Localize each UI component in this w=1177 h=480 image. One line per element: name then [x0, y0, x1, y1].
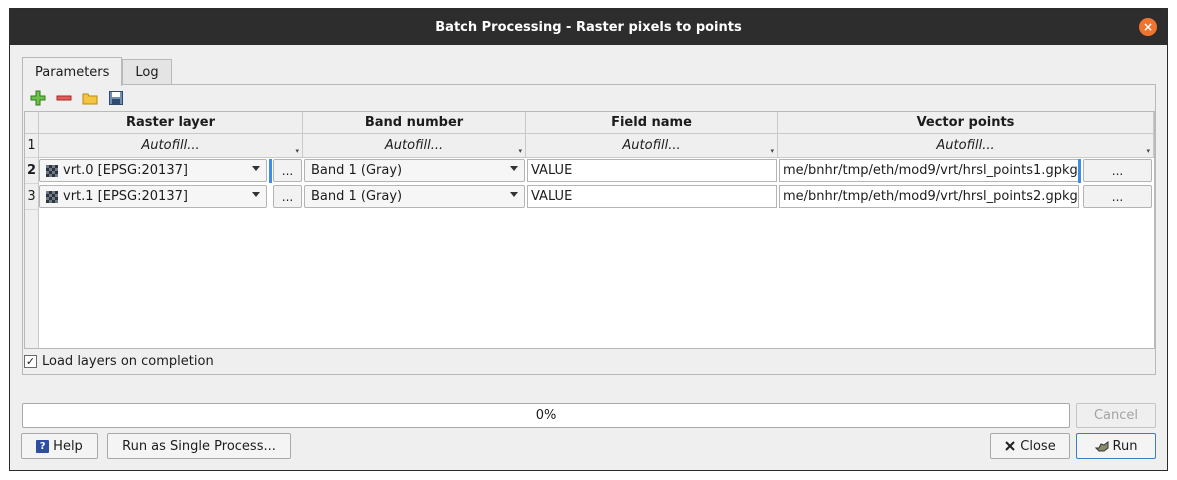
load-layers-label: Load layers on completion	[42, 354, 214, 369]
tab-parameters[interactable]: Parameters	[22, 57, 123, 86]
autofill-label: Autofill...	[936, 138, 995, 153]
autofill-label: Autofill...	[384, 138, 444, 153]
tab-log[interactable]: Log	[122, 59, 172, 85]
cancel-button[interactable]: Cancel	[1076, 403, 1156, 428]
header-raster-layer[interactable]: Raster layer	[39, 112, 303, 134]
focus-indicator	[1078, 159, 1081, 183]
field-name-input[interactable]: VALUE	[527, 185, 777, 208]
title-bar: Batch Processing - Raster pixels to poin…	[10, 9, 1167, 45]
help-icon: ?	[36, 439, 50, 453]
autofill-band-number[interactable]: Autofill... ▾	[303, 134, 526, 158]
close-label: Close	[1020, 438, 1056, 454]
row-number-1: 1	[25, 134, 39, 158]
run-button[interactable]: Run	[1076, 433, 1156, 459]
chevron-down-icon: ▾	[1146, 147, 1150, 155]
focus-indicator	[269, 159, 272, 183]
row-number-2: 2	[25, 158, 39, 184]
save-icon[interactable]	[107, 89, 125, 107]
chevron-down-icon: ▾	[518, 147, 522, 155]
header-vector-points[interactable]: Vector points	[778, 112, 1154, 134]
add-row-icon[interactable]	[29, 89, 47, 107]
run-single-process-button[interactable]: Run as Single Process...	[107, 433, 291, 459]
progress-bar: 0%	[22, 403, 1070, 428]
band-number-select[interactable]: Band 1 (Gray)	[304, 185, 525, 208]
autofill-raster-layer[interactable]: Autofill... ▾	[39, 134, 303, 158]
parameters-panel: Raster layer Band number Field name Vect…	[22, 84, 1156, 375]
browse-output-button[interactable]: ...	[1083, 159, 1152, 182]
batch-table: Raster layer Band number Field name Vect…	[24, 111, 1155, 349]
progress-text: 0%	[535, 408, 557, 423]
tab-bar: Parameters Log	[22, 57, 172, 86]
vector-points-input[interactable]: me/bnhr/tmp/eth/mod9/vrt/hrsl_points2.gp…	[779, 185, 1079, 208]
autofill-label: Autofill...	[141, 138, 200, 153]
help-label: Help	[53, 438, 83, 454]
close-button[interactable]: Close	[990, 433, 1070, 459]
chevron-down-icon	[252, 192, 260, 197]
row-gutter	[25, 210, 39, 348]
field-name-input[interactable]: VALUE	[527, 159, 777, 182]
browse-raster-button[interactable]: ...	[273, 159, 302, 182]
raster-layer-icon	[46, 164, 58, 177]
raster-layer-icon	[46, 190, 58, 203]
load-layers-checkbox[interactable]: ✓	[24, 355, 37, 368]
chevron-down-icon: ▾	[295, 147, 299, 155]
chevron-down-icon: ▾	[770, 147, 774, 155]
raster-layer-select[interactable]: vrt.1 [EPSG:20137]	[39, 185, 267, 208]
autofill-label: Autofill...	[622, 138, 681, 153]
table-corner	[25, 112, 39, 134]
band-number-value: Band 1 (Gray)	[311, 189, 403, 204]
run-label: Run	[1112, 438, 1138, 454]
help-button[interactable]: ? Help	[21, 433, 98, 459]
chevron-down-icon	[510, 166, 518, 171]
chevron-down-icon	[252, 166, 260, 171]
run-icon	[1094, 441, 1109, 452]
autofill-vector-points[interactable]: Autofill... ▾	[778, 134, 1154, 158]
browse-raster-button[interactable]: ...	[273, 185, 302, 208]
close-window-icon[interactable]: ×	[1139, 18, 1157, 36]
header-band-number[interactable]: Band number	[303, 112, 526, 134]
batch-processing-dialog: Batch Processing - Raster pixels to poin…	[9, 8, 1168, 471]
browse-output-button[interactable]: ...	[1083, 185, 1152, 208]
raster-layer-value: vrt.1 [EPSG:20137]	[63, 189, 188, 204]
row-number-3: 3	[25, 184, 39, 210]
band-number-select[interactable]: Band 1 (Gray)	[304, 159, 525, 182]
chevron-down-icon	[510, 192, 518, 197]
header-field-name[interactable]: Field name	[526, 112, 778, 134]
batch-toolbar	[29, 88, 125, 108]
raster-layer-select[interactable]: vrt.0 [EPSG:20137]	[39, 159, 267, 182]
autofill-field-name[interactable]: Autofill... ▾	[526, 134, 778, 158]
band-number-value: Band 1 (Gray)	[311, 163, 403, 178]
close-icon	[1005, 441, 1015, 451]
vector-points-input[interactable]: me/bnhr/tmp/eth/mod9/vrt/hrsl_points1.gp…	[779, 159, 1079, 182]
window-title: Batch Processing - Raster pixels to poin…	[435, 19, 742, 35]
raster-layer-value: vrt.0 [EPSG:20137]	[63, 163, 188, 178]
remove-row-icon[interactable]	[55, 89, 73, 107]
load-layers-option[interactable]: ✓ Load layers on completion	[24, 354, 214, 369]
open-folder-icon[interactable]	[81, 89, 99, 107]
